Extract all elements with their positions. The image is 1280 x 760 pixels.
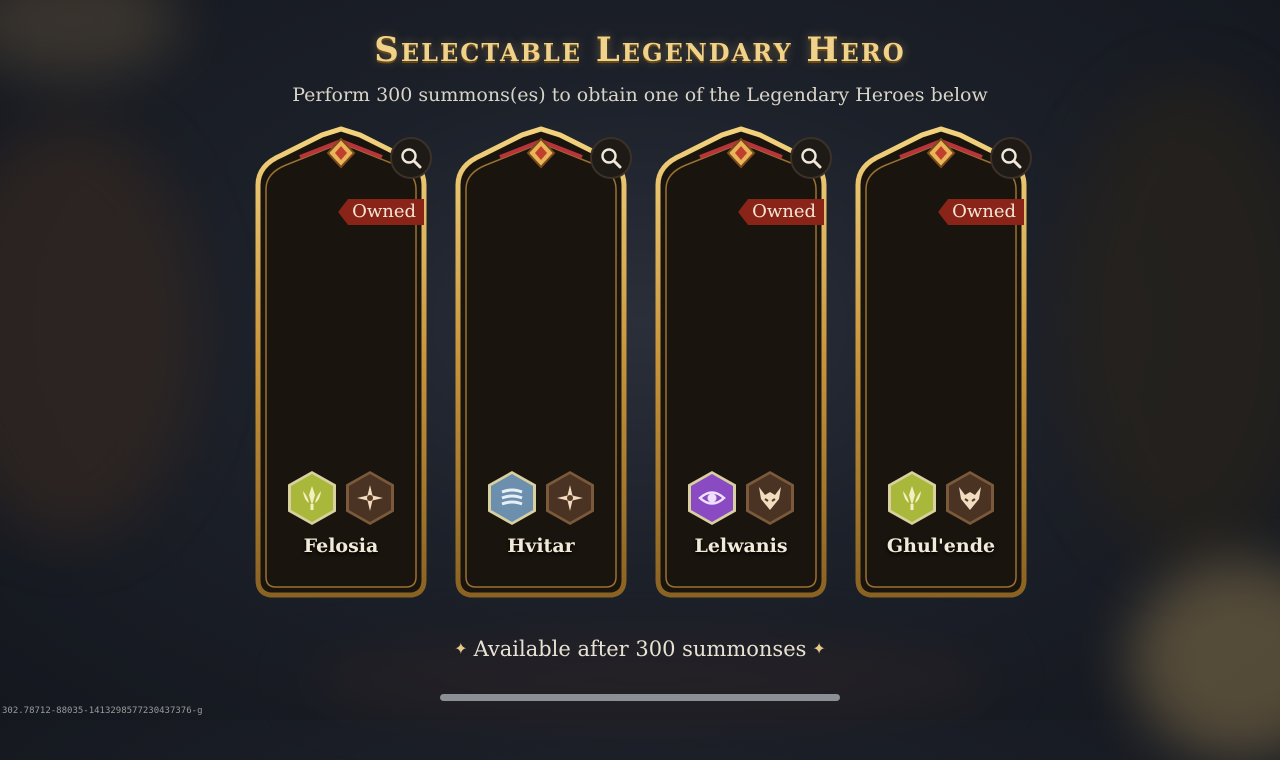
card-frame bbox=[652, 125, 830, 600]
nature-emblem-icon bbox=[888, 471, 936, 525]
owned-badge: Owned bbox=[338, 199, 424, 225]
debug-id: 302.78712-88035-1413298577230437376-g bbox=[2, 706, 203, 716]
hero-card[interactable]: Owned Lelwanis bbox=[652, 125, 832, 600]
sparkle-icon: ✦ bbox=[454, 639, 468, 658]
magnifier-icon[interactable] bbox=[790, 137, 832, 179]
hero-name: Hvitar bbox=[507, 535, 575, 557]
card-frame bbox=[252, 125, 430, 600]
hero-card[interactable]: Owned Felosia bbox=[252, 125, 432, 600]
card-frame bbox=[452, 125, 630, 600]
magnifier-icon[interactable] bbox=[590, 137, 632, 179]
home-indicator[interactable] bbox=[440, 694, 840, 701]
hero-name: Ghul'ende bbox=[886, 535, 996, 557]
demon-mask-icon bbox=[946, 471, 994, 525]
card-frame bbox=[852, 125, 1030, 600]
owned-badge: Owned bbox=[938, 199, 1024, 225]
eye-emblem-icon bbox=[688, 471, 736, 525]
wind-waves-icon bbox=[488, 471, 536, 525]
demon-mask-icon bbox=[746, 471, 794, 525]
nature-emblem-icon bbox=[288, 471, 336, 525]
sparkle-icon: ✦ bbox=[812, 639, 826, 658]
magnifier-icon[interactable] bbox=[990, 137, 1032, 179]
magnifier-icon[interactable] bbox=[390, 137, 432, 179]
hero-card[interactable]: Owned Ghul'ende bbox=[852, 125, 1032, 600]
owned-badge: Owned bbox=[738, 199, 824, 225]
availability-notice: ✦ Available after 300 summonses ✦ bbox=[0, 637, 1280, 661]
hero-name: Lelwanis bbox=[694, 535, 788, 557]
availability-text: Available after 300 summonses bbox=[473, 637, 807, 661]
hero-name: Felosia bbox=[303, 535, 379, 557]
page-title: Selectable Legendary Hero bbox=[374, 30, 906, 70]
compass-star-icon bbox=[346, 471, 394, 525]
compass-star-icon bbox=[546, 471, 594, 525]
hero-card[interactable]: Hvitar bbox=[452, 125, 632, 600]
page-subtitle: Perform 300 summons(es) to obtain one of… bbox=[292, 84, 988, 106]
